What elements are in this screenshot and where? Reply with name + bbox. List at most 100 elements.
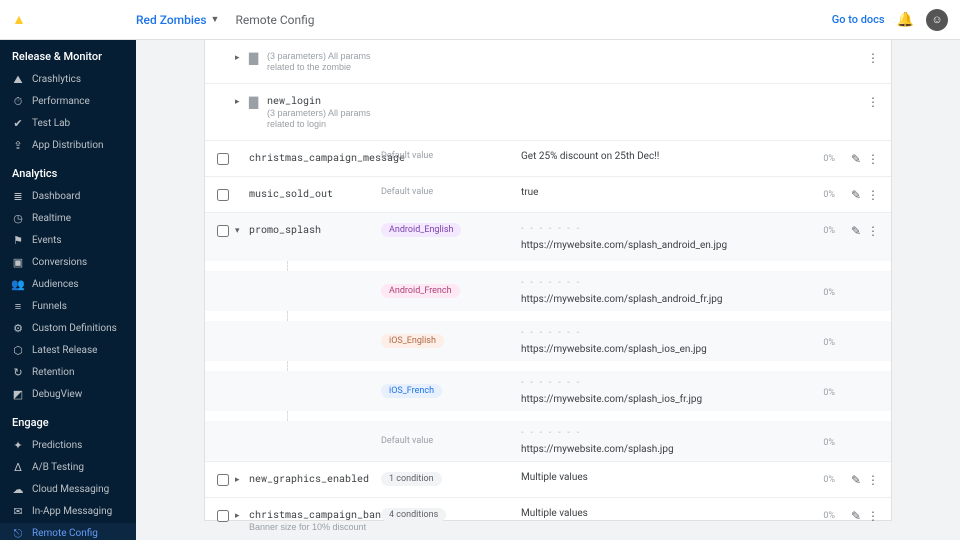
sidebar-item-predictions[interactable]: ✦Predictions xyxy=(0,435,136,457)
fetch-pct: 0% xyxy=(799,438,835,448)
param-row[interactable]: ▸new_graphics_enabled1 conditionMultiple… xyxy=(205,461,891,497)
edit-icon[interactable]: ✎ xyxy=(851,224,861,238)
param-row[interactable]: christmas_campaign_messageDefault valueG… xyxy=(205,140,891,176)
group-sub: (3 parameters) All params related to the… xyxy=(267,51,387,73)
sidebar-item-cloud-messaging[interactable]: ☁Cloud Messaging xyxy=(0,479,136,501)
row-checkbox[interactable] xyxy=(217,153,235,165)
edit-icon[interactable]: ✎ xyxy=(851,152,861,166)
app-distribution-icon: ⇪ xyxy=(12,139,24,153)
debugview-icon: ◩ xyxy=(12,388,24,402)
avatar[interactable]: ☺ xyxy=(926,9,948,31)
sidebar-item-label: Crashlytics xyxy=(32,73,81,87)
more-icon[interactable]: ⋮ xyxy=(867,188,879,202)
fetch-pct: 0% xyxy=(799,154,835,164)
dashboard-icon: ≣ xyxy=(12,190,24,204)
chevron-right-icon[interactable]: ▸ xyxy=(235,97,249,107)
sidebar-item-label: Retention xyxy=(32,366,75,380)
param-value: Multiple values xyxy=(521,472,799,483)
row-checkbox[interactable] xyxy=(217,225,235,237)
param-name: christmas_campaign_banner_sizeBanner siz… xyxy=(249,508,381,533)
param-row[interactable]: music_sold_outDefault valuetrue0%✎⋮ xyxy=(205,176,891,212)
sidebar-item-label: Performance xyxy=(32,95,90,109)
sidebar-item-label: Remote Config xyxy=(32,527,98,540)
realtime-icon: ◷ xyxy=(12,212,24,226)
param-name: music_sold_out xyxy=(249,187,381,200)
sidebar-item-label: DebugView xyxy=(32,388,82,402)
brand-name: Firebase xyxy=(32,12,84,27)
sidebar-item-realtime[interactable]: ◷Realtime xyxy=(0,208,136,230)
folder-icon: ▇ xyxy=(249,95,267,109)
condition-chip[interactable]: Android_English xyxy=(381,223,461,237)
fetch-pct: 0% xyxy=(799,388,835,398)
condition-chip[interactable]: Android_French xyxy=(381,284,460,298)
more-icon[interactable]: ⋮ xyxy=(867,152,879,166)
edit-icon[interactable]: ✎ xyxy=(851,473,861,487)
sidebar: Release & Monitor⛰Crashlytics⏱Performanc… xyxy=(0,40,136,540)
group-name: new_login xyxy=(267,94,321,107)
sidebar-item-audiences[interactable]: 👥Audiences xyxy=(0,274,136,296)
fetch-pct: 0% xyxy=(799,511,835,521)
audiences-icon: 👥 xyxy=(12,278,24,292)
sidebar-item-dashboard[interactable]: ≣Dashboard xyxy=(0,186,136,208)
row-actions: ✎⋮ xyxy=(835,188,879,202)
sidebar-item-in-app-messaging[interactable]: ✉In-App Messaging xyxy=(0,501,136,523)
param-row-expanded[interactable]: ▾promo_splashAndroid_English- - - - - - … xyxy=(205,212,891,261)
row-actions: ✎⋮ xyxy=(835,473,879,487)
sidebar-item-app-distribution[interactable]: ⇪App Distribution xyxy=(0,135,136,157)
chevron-right-icon[interactable]: ▸ xyxy=(235,475,249,485)
more-icon[interactable]: ⋮ xyxy=(867,509,879,523)
params-panel: ▸▇(3 parameters) All params related to t… xyxy=(205,40,891,520)
sidebar-item-performance[interactable]: ⏱ Performance xyxy=(0,91,136,113)
edit-icon[interactable]: ✎ xyxy=(851,188,861,202)
row-actions: ⋮ xyxy=(835,51,879,65)
sidebar-item-retention[interactable]: ↻Retention xyxy=(0,362,136,384)
chevron-right-icon[interactable]: ▸ xyxy=(235,53,249,63)
sidebar-item-conversions[interactable]: ▣Conversions xyxy=(0,252,136,274)
fetch-pct: 0% xyxy=(799,288,835,298)
condition-chip[interactable]: 4 conditions xyxy=(381,508,446,522)
sidebar-item-events[interactable]: ⚑Events xyxy=(0,230,136,252)
param-value: https://mywebsite.com/splash.jpg xyxy=(521,444,799,455)
sidebar-item-debugview[interactable]: ◩ DebugView xyxy=(0,384,136,406)
row-checkbox[interactable] xyxy=(217,474,235,486)
sidebar-item-label: Test Lab xyxy=(32,117,70,131)
more-icon[interactable]: ⋮ xyxy=(867,51,879,65)
project-selector[interactable]: Red Zombies xyxy=(136,13,207,27)
sidebar-item-crashlytics[interactable]: ⛰Crashlytics xyxy=(0,69,136,91)
sidebar-item-latest-release[interactable]: ⬡Latest Release xyxy=(0,340,136,362)
more-icon[interactable]: ⋮ xyxy=(867,473,879,487)
chevron-down-icon[interactable]: ▾ xyxy=(235,226,249,236)
sidebar-item-remote-config[interactable]: ⎋Remote Config xyxy=(0,523,136,540)
brand[interactable]: ▲ Firebase xyxy=(12,11,136,28)
edit-icon[interactable]: ✎ xyxy=(851,509,861,523)
events-icon: ⚑ xyxy=(12,234,24,248)
condition-label: Default value xyxy=(381,436,521,446)
fetch-pct: 0% xyxy=(799,190,835,200)
chevron-right-icon[interactable]: ▸ xyxy=(235,511,249,521)
row-actions: ✎⋮ xyxy=(835,509,879,523)
row-checkbox[interactable] xyxy=(217,510,235,522)
sidebar-item-funnels[interactable]: ≡Funnels xyxy=(0,296,136,318)
conversions-icon: ▣ xyxy=(12,256,24,270)
chevron-down-icon[interactable]: ▼ xyxy=(211,14,220,25)
param-group-row[interactable]: ▸▇new_login(3 parameters) All params rel… xyxy=(205,83,891,140)
param-condition-line: iOS_French- - - - - - - https://mywebsit… xyxy=(205,371,891,411)
topbar: ▲ Firebase Red Zombies ▼ Remote Config G… xyxy=(0,0,960,40)
more-icon[interactable]: ⋮ xyxy=(867,95,879,109)
param-row[interactable]: ▸christmas_campaign_banner_sizeBanner si… xyxy=(205,497,891,540)
condition-chip[interactable]: 1 condition xyxy=(381,472,442,486)
condition-chip[interactable]: iOS_French xyxy=(381,384,442,398)
sidebar-item-custom-definitions[interactable]: ⚙Custom Definitions xyxy=(0,318,136,340)
content-area: ▸▇(3 parameters) All params related to t… xyxy=(136,40,960,540)
sidebar-item-a-b-testing[interactable]: ΔA/B Testing xyxy=(0,457,136,479)
row-actions: ⋮ xyxy=(835,95,879,109)
go-to-docs-link[interactable]: Go to docs xyxy=(832,13,885,26)
condition-label: Default value xyxy=(381,187,521,197)
sidebar-item-test-lab[interactable]: ✔Test Lab xyxy=(0,113,136,135)
performance-icon: ⏱ xyxy=(12,95,24,109)
param-group-row[interactable]: ▸▇(3 parameters) All params related to t… xyxy=(205,40,891,83)
condition-chip[interactable]: iOS_English xyxy=(381,334,444,348)
row-checkbox[interactable] xyxy=(217,189,235,201)
more-icon[interactable]: ⋮ xyxy=(867,224,879,238)
notifications-icon[interactable]: 🔔 xyxy=(897,12,914,28)
